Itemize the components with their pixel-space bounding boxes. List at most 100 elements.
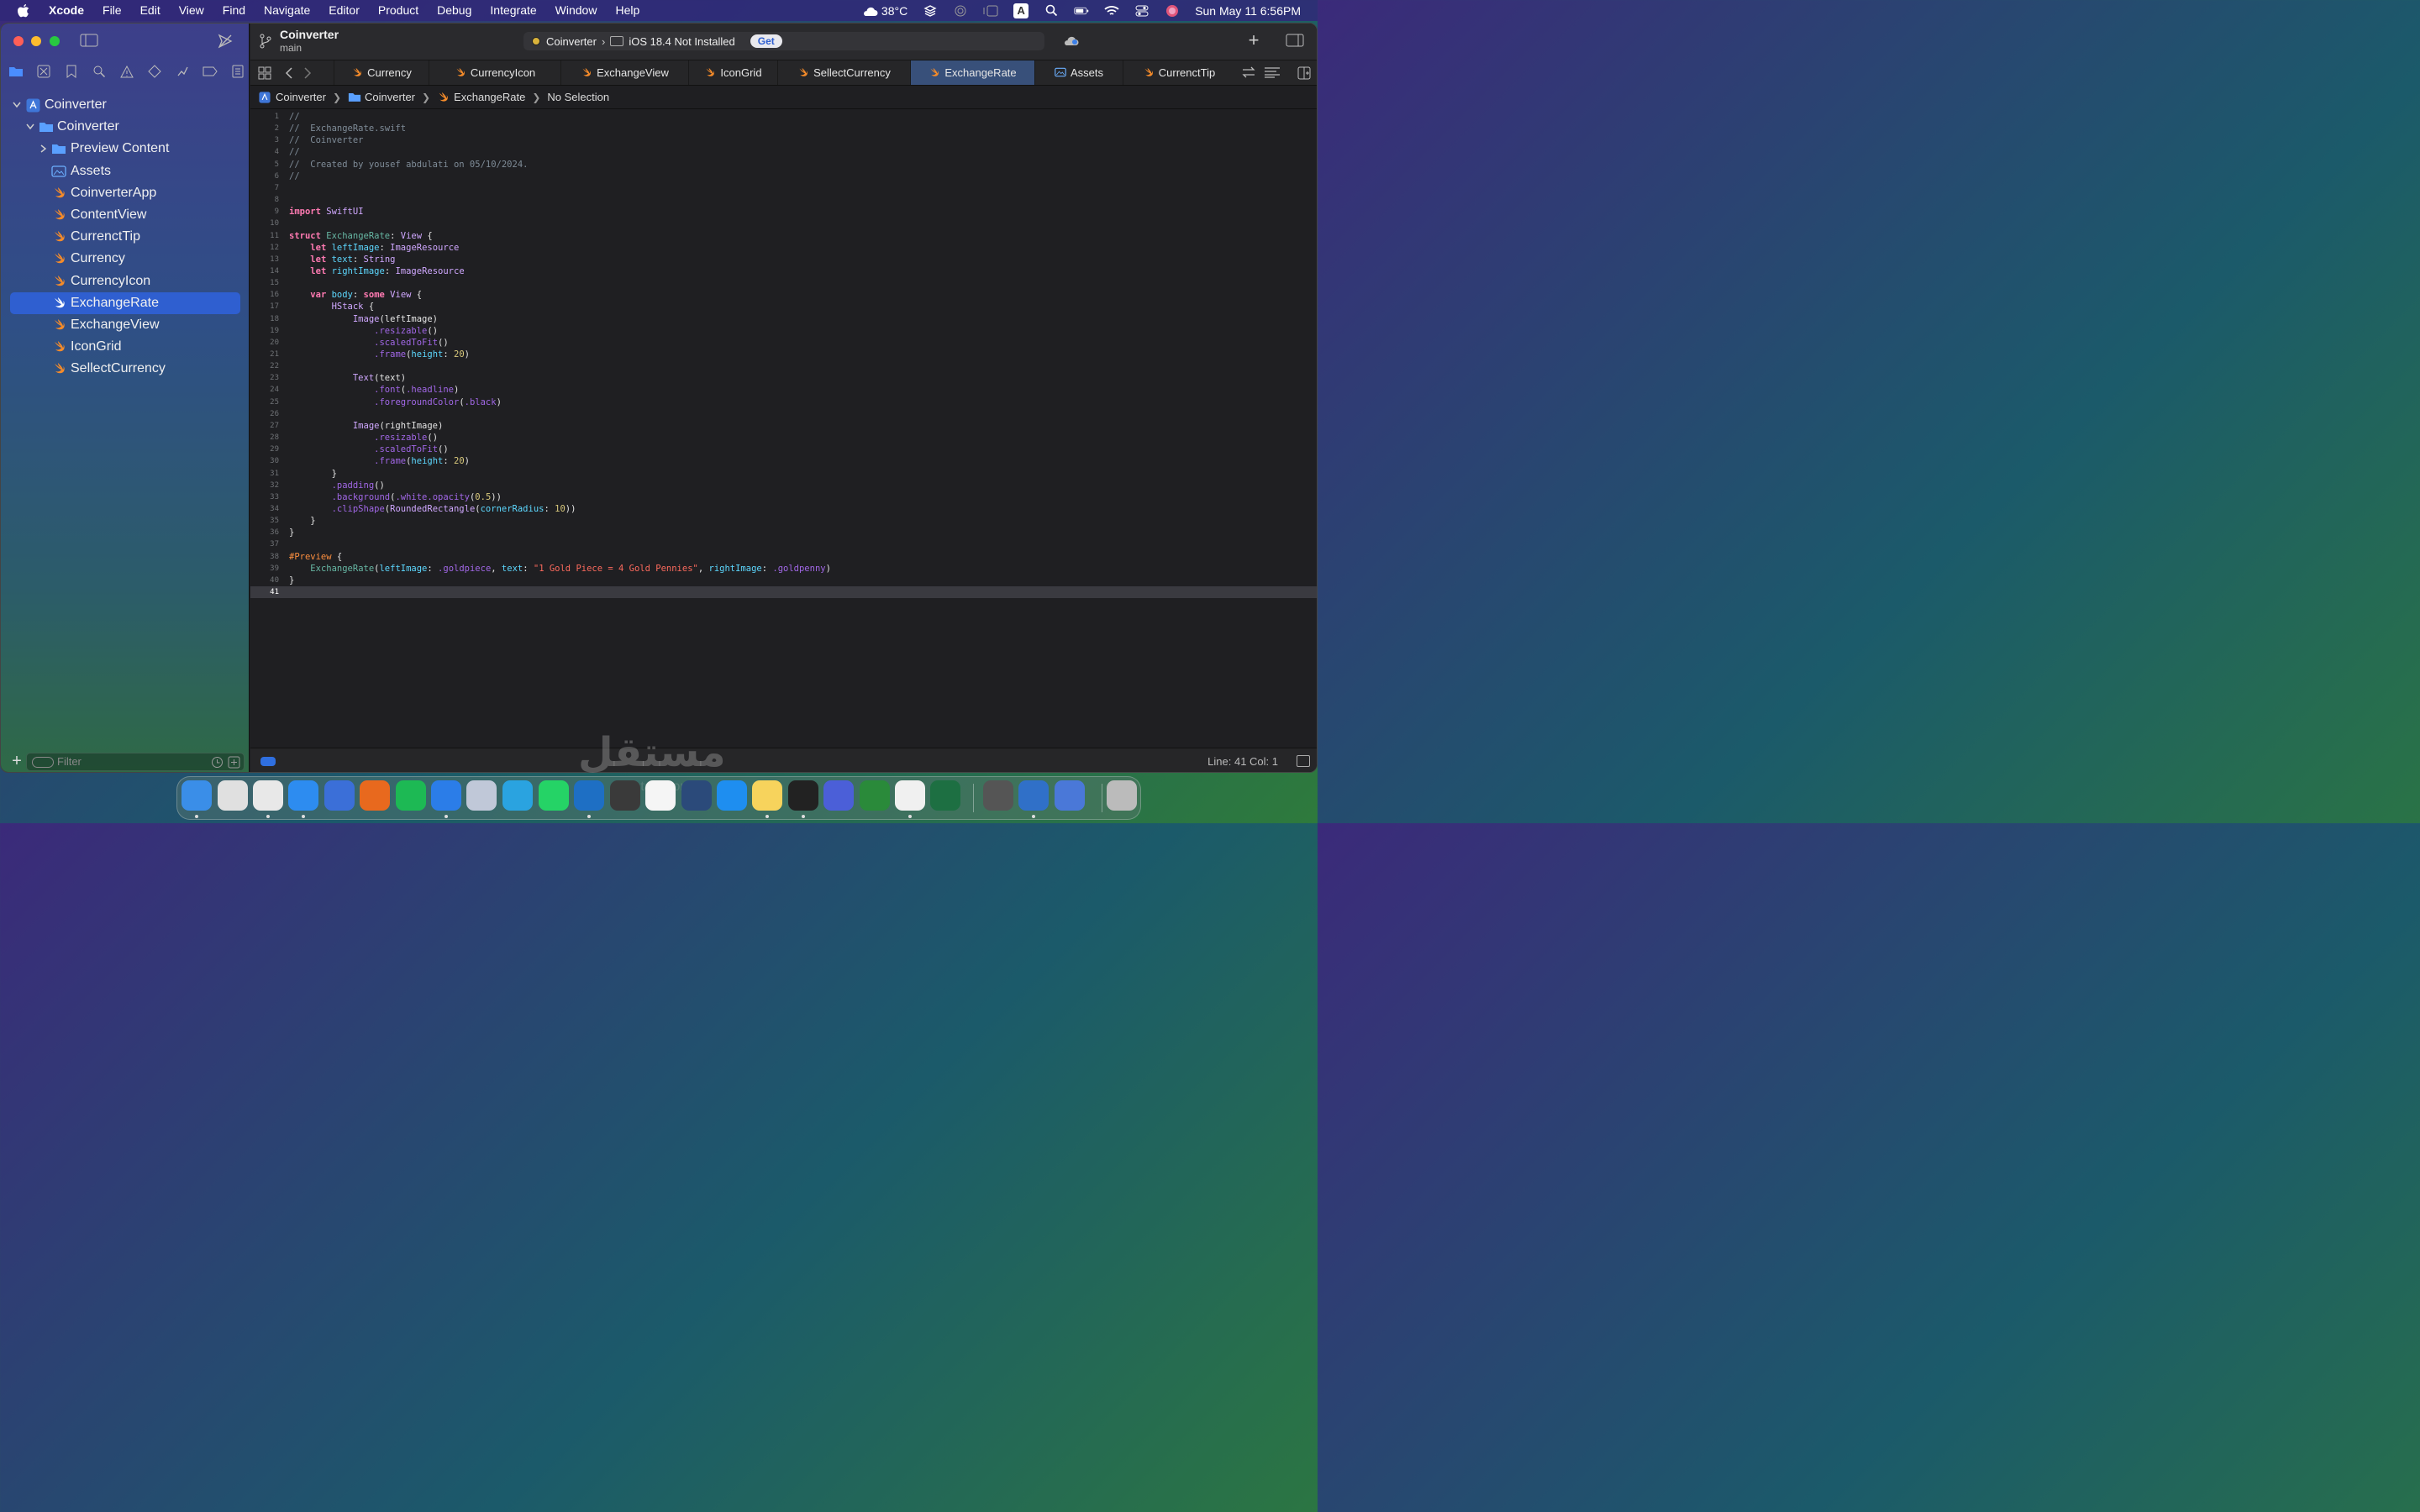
sidebar-toggle-icon[interactable] xyxy=(80,34,98,47)
menu-app-name[interactable]: Xcode xyxy=(45,0,93,21)
breakpoint-navigator-icon[interactable] xyxy=(202,64,218,80)
code-line[interactable]: 8 xyxy=(250,194,1317,206)
library-add-button[interactable]: + xyxy=(1245,30,1262,50)
inspector-toggle-icon[interactable] xyxy=(1286,34,1304,48)
tree-item-assets[interactable]: Assets xyxy=(1,160,250,182)
project-title[interactable]: Coinverter xyxy=(280,28,339,41)
chevron-down-icon[interactable] xyxy=(12,100,22,110)
tree-item-currency[interactable]: Currency xyxy=(1,248,250,270)
code-line[interactable]: 6 // xyxy=(250,171,1317,182)
destination-name[interactable]: iOS 18.4 Not Installed xyxy=(629,35,734,48)
dock-app-finder-icon[interactable] xyxy=(182,780,212,811)
find-navigator-icon[interactable] xyxy=(91,64,107,80)
siri-icon[interactable] xyxy=(1165,3,1180,18)
swap-editors-icon[interactable] xyxy=(1242,66,1257,80)
code-line[interactable]: 40} xyxy=(250,575,1317,586)
code-line[interactable]: 19 .resizable() xyxy=(250,325,1317,337)
code-line[interactable]: 25 .foregroundColor(.black) xyxy=(250,396,1317,408)
menu-integrate[interactable]: Integrate xyxy=(481,0,545,21)
breadcrumb-project[interactable]: Coinverter xyxy=(276,91,326,103)
split-editor-icon[interactable] xyxy=(1297,66,1313,80)
chevron-right-icon[interactable] xyxy=(39,144,49,154)
close-window-button[interactable] xyxy=(13,36,24,46)
dock-app-firefox-icon[interactable] xyxy=(360,780,390,811)
code-line[interactable]: 11 struct ExchangeRate: View { xyxy=(250,230,1317,242)
get-platform-button[interactable]: Get xyxy=(750,34,782,48)
dock-app-safari-icon[interactable] xyxy=(288,780,318,811)
minimize-window-button[interactable] xyxy=(31,36,41,46)
cloud-status-icon[interactable] xyxy=(1062,34,1079,48)
tree-item-contentview[interactable]: ContentView xyxy=(1,204,250,226)
code-line[interactable]: 39 ExchangeRate(leftImage: .goldpiece, t… xyxy=(250,563,1317,575)
scm-filter-icon[interactable] xyxy=(228,756,240,769)
dock-app-loader-icon[interactable] xyxy=(860,780,890,811)
code-line[interactable]: 26 xyxy=(250,408,1317,420)
code-line[interactable]: 31 } xyxy=(250,468,1317,480)
dock-app-trash-icon[interactable] xyxy=(1107,780,1137,811)
dock-app-excel-icon[interactable] xyxy=(930,780,960,811)
code-line[interactable]: 9 import SwiftUI xyxy=(250,206,1317,218)
tab-icongrid[interactable]: IconGrid xyxy=(688,60,777,85)
code-line[interactable]: 4 // xyxy=(250,146,1317,158)
apple-icon[interactable] xyxy=(17,0,34,21)
code-line[interactable]: 34 .clipShape(RoundedRectangle(cornerRad… xyxy=(250,503,1317,515)
code-line[interactable]: 21 .frame(height: 20) xyxy=(250,349,1317,360)
filter-options-icon[interactable] xyxy=(32,757,54,768)
breadcrumb-folder[interactable]: Coinverter xyxy=(365,91,415,103)
input-source-icon[interactable]: A xyxy=(1013,3,1029,18)
tree-item-exchangerate[interactable]: ExchangeRate xyxy=(10,291,240,314)
layers-icon[interactable] xyxy=(923,3,938,18)
stage-manager-icon[interactable] xyxy=(983,3,998,18)
code-line[interactable]: 27 Image(rightImage) xyxy=(250,420,1317,432)
code-line[interactable]: 1 // xyxy=(250,111,1317,123)
code-line[interactable]: 35 } xyxy=(250,515,1317,527)
code-line[interactable]: 28 .resizable() xyxy=(250,432,1317,444)
tab-sellectcurrency[interactable]: SellectCurrency xyxy=(777,60,910,85)
tree-item-preview-content[interactable]: Preview Content xyxy=(1,138,250,160)
menu-file[interactable]: File xyxy=(93,0,131,21)
editor-options-icon[interactable] xyxy=(1264,66,1280,80)
clock[interactable]: Sun May 11 6:56PM xyxy=(1195,4,1301,18)
airdrop-icon[interactable] xyxy=(953,3,968,18)
dock-app-launchpad-icon[interactable] xyxy=(218,780,248,811)
dock-app-dash-icon[interactable] xyxy=(983,780,1013,811)
code-line[interactable]: 17 HStack { xyxy=(250,301,1317,312)
tree-item-icongrid[interactable]: IconGrid xyxy=(1,336,250,358)
tab-currencttip[interactable]: CurrenctTip xyxy=(1123,60,1234,85)
code-line[interactable]: 7 xyxy=(250,182,1317,194)
dock-app-textedit-icon[interactable] xyxy=(895,780,925,811)
tree-item-coinverterapp[interactable]: CoinverterApp xyxy=(1,182,250,204)
code-line[interactable]: 36} xyxy=(250,527,1317,538)
tab-exchangeview[interactable]: ExchangeView xyxy=(560,60,688,85)
battery-icon[interactable] xyxy=(1074,3,1089,18)
code-line[interactable]: 15 xyxy=(250,277,1317,289)
code-line[interactable]: 16 var body: some View { xyxy=(250,289,1317,301)
code-line[interactable]: 10 xyxy=(250,218,1317,229)
chevron-down-icon[interactable] xyxy=(25,122,35,132)
dock-app-whatsapp-icon[interactable] xyxy=(539,780,569,811)
menu-help[interactable]: Help xyxy=(606,0,649,21)
tree-item-currencyicon[interactable]: CurrencyIcon xyxy=(1,270,250,292)
dock-app-simulator-icon[interactable] xyxy=(466,780,497,811)
menu-product[interactable]: Product xyxy=(369,0,428,21)
tree-item-exchangeview[interactable]: ExchangeView xyxy=(1,314,250,336)
tree-item-folder-coinverter[interactable]: Coinverter xyxy=(1,116,250,138)
tree-item-currencttip[interactable]: CurrenctTip xyxy=(1,226,250,248)
code-line[interactable]: 29 .scaledToFit() xyxy=(250,444,1317,455)
debug-navigator-icon[interactable] xyxy=(174,64,190,80)
weather-widget[interactable]: 38°C xyxy=(861,4,908,18)
test-navigator-icon[interactable] xyxy=(146,64,162,80)
menu-debug[interactable]: Debug xyxy=(428,0,481,21)
forward-arrow-icon[interactable] xyxy=(302,66,318,80)
dock-app-preview-icon[interactable] xyxy=(1018,780,1049,811)
code-line[interactable]: 23 Text(text) xyxy=(250,372,1317,384)
code-line[interactable]: 12 let leftImage: ImageResource xyxy=(250,242,1317,254)
code-line[interactable]: 37 xyxy=(250,538,1317,550)
code-line[interactable]: 18 Image(leftImage) xyxy=(250,313,1317,325)
back-arrow-icon[interactable] xyxy=(284,66,299,80)
add-file-button[interactable]: + xyxy=(9,753,24,769)
code-line[interactable]: 20 .scaledToFit() xyxy=(250,337,1317,349)
code-line[interactable]: 13 let text: String xyxy=(250,254,1317,265)
issue-warning-icon[interactable] xyxy=(118,64,134,80)
code-line[interactable]: 2 // ExchangeRate.swift xyxy=(250,123,1317,134)
